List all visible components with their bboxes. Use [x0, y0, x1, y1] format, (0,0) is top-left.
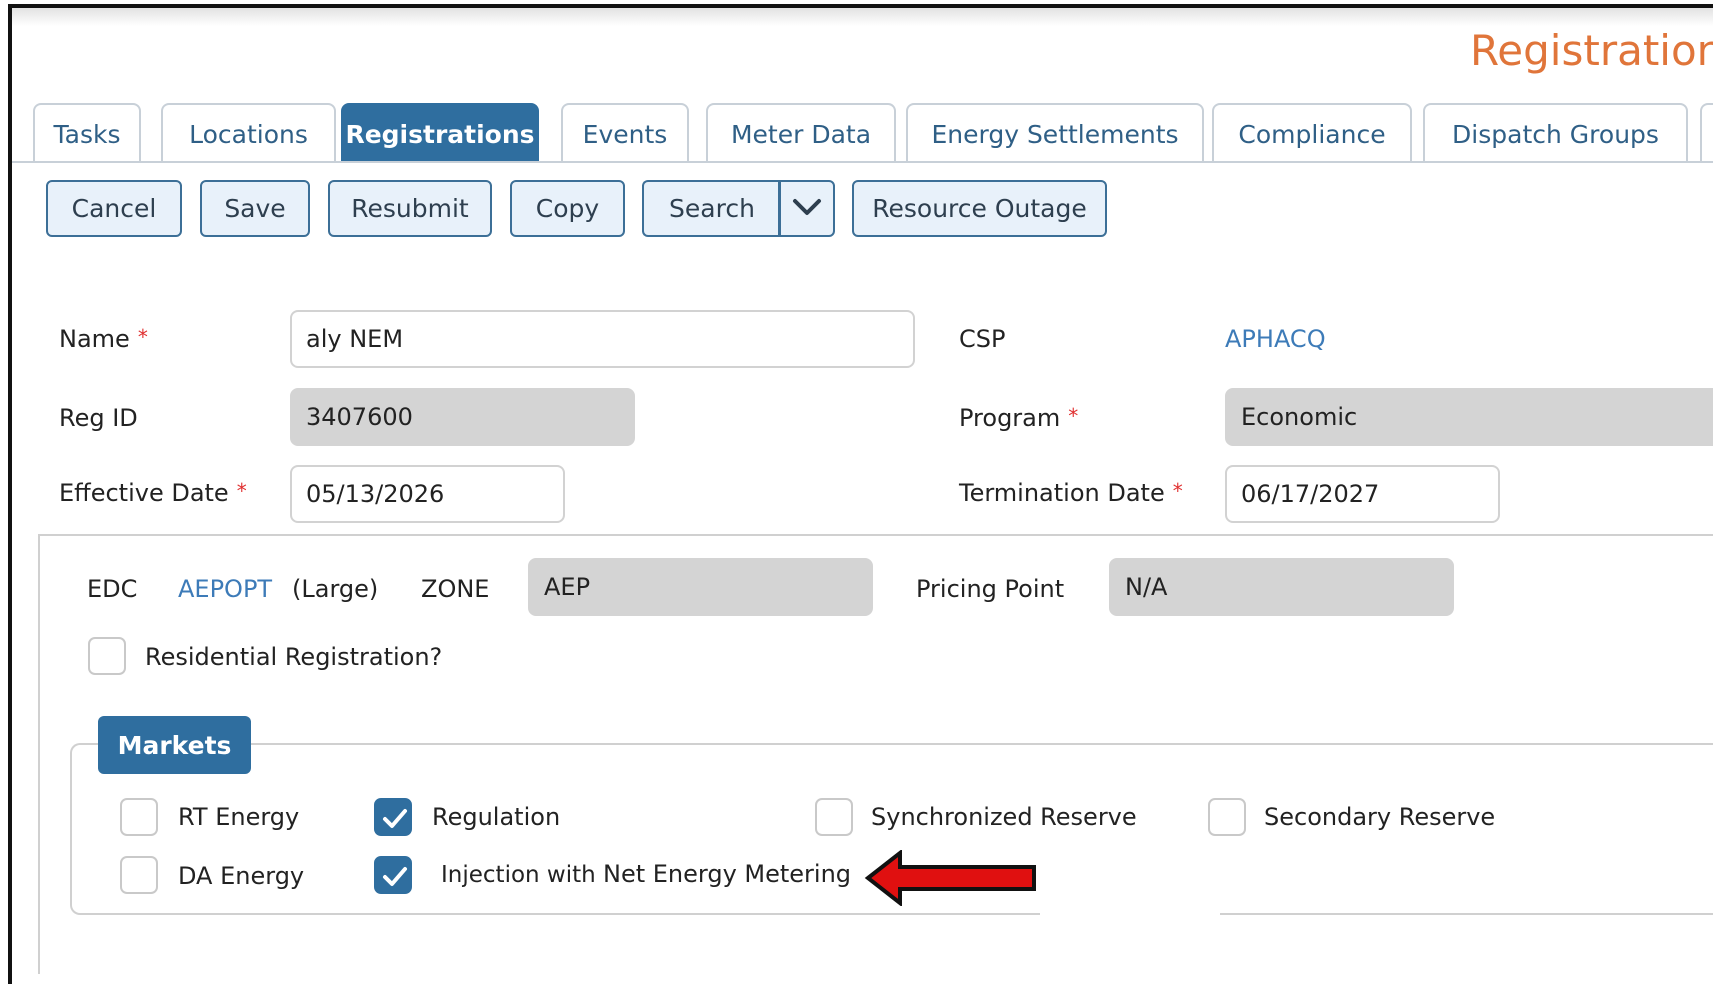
- tab-overflow[interactable]: A: [1700, 103, 1713, 163]
- arrow-left-icon: [864, 848, 1039, 910]
- save-button[interactable]: Save: [200, 180, 310, 237]
- rt-energy-checkbox[interactable]: [120, 798, 158, 836]
- zone-label: ZONE: [421, 575, 490, 603]
- secondary-reserve-checkbox[interactable]: [1208, 798, 1246, 836]
- edc-link[interactable]: AEPOPT: [178, 575, 272, 603]
- tab-registrations[interactable]: Registrations: [341, 103, 539, 163]
- check-icon: [383, 809, 407, 828]
- chevron-down-icon: [792, 197, 822, 221]
- tab-compliance[interactable]: Compliance: [1212, 103, 1412, 163]
- residential-checkbox[interactable]: [88, 637, 126, 675]
- zone-field: AEP: [528, 558, 873, 616]
- rt-energy-label: RT Energy: [178, 803, 300, 831]
- injection-label-part1: Injection with: [441, 862, 595, 888]
- overlay-cutout: [1040, 905, 1220, 919]
- secondary-reserve-label: Secondary Reserve: [1264, 803, 1496, 831]
- edc-label: EDC: [87, 575, 138, 603]
- tab-events[interactable]: Events: [561, 103, 689, 163]
- pricing-point-label: Pricing Point: [916, 575, 1065, 603]
- resubmit-button[interactable]: Resubmit: [328, 180, 492, 237]
- csp-link[interactable]: APHACQ: [1225, 325, 1326, 353]
- effective-date-label: Effective Date *: [59, 479, 247, 507]
- resource-outage-button[interactable]: Resource Outage: [852, 180, 1107, 237]
- program-label: Program *: [959, 404, 1079, 432]
- program-field: Economic: [1225, 388, 1713, 446]
- tab-locations[interactable]: Locations: [161, 103, 336, 163]
- termination-date-field[interactable]: 06/17/2027: [1225, 465, 1500, 523]
- synchronized-reserve-label: Synchronized Reserve: [871, 803, 1137, 831]
- tab-energy-settlements[interactable]: Energy Settlements: [906, 103, 1204, 163]
- residential-label: Residential Registration?: [145, 643, 443, 671]
- name-field[interactable]: aly NEM: [290, 310, 915, 368]
- check-icon: [383, 867, 407, 886]
- name-label: Name *: [59, 325, 148, 353]
- tab-tasks[interactable]: Tasks: [33, 103, 141, 163]
- injection-label-part2: Net Energy Metering: [603, 860, 852, 888]
- da-energy-checkbox[interactable]: [120, 856, 158, 894]
- tab-divider: [12, 161, 1713, 163]
- search-dropdown-button[interactable]: [778, 180, 835, 237]
- markets-legend: Markets: [98, 716, 251, 774]
- page-title: Registration: [1470, 26, 1713, 75]
- reg-id-field: 3407600: [290, 388, 635, 446]
- regulation-label: Regulation: [432, 803, 561, 831]
- tab-meter-data[interactable]: Meter Data: [706, 103, 896, 163]
- reg-id-label: Reg ID: [59, 404, 138, 432]
- termination-date-label: Termination Date *: [959, 479, 1183, 507]
- copy-button[interactable]: Copy: [510, 180, 625, 237]
- cancel-button[interactable]: Cancel: [46, 180, 182, 237]
- search-button[interactable]: Search: [642, 180, 780, 237]
- pricing-point-field: N/A: [1109, 558, 1454, 616]
- effective-date-field[interactable]: 05/13/2026: [290, 465, 565, 523]
- regulation-checkbox[interactable]: [374, 798, 412, 836]
- injection-checkbox[interactable]: [374, 856, 412, 894]
- tab-dispatch-groups[interactable]: Dispatch Groups: [1423, 103, 1688, 163]
- edc-size: (Large): [292, 575, 379, 603]
- csp-label: CSP: [959, 325, 1006, 353]
- da-energy-label: DA Energy: [178, 862, 305, 890]
- synchronized-reserve-checkbox[interactable]: [815, 798, 853, 836]
